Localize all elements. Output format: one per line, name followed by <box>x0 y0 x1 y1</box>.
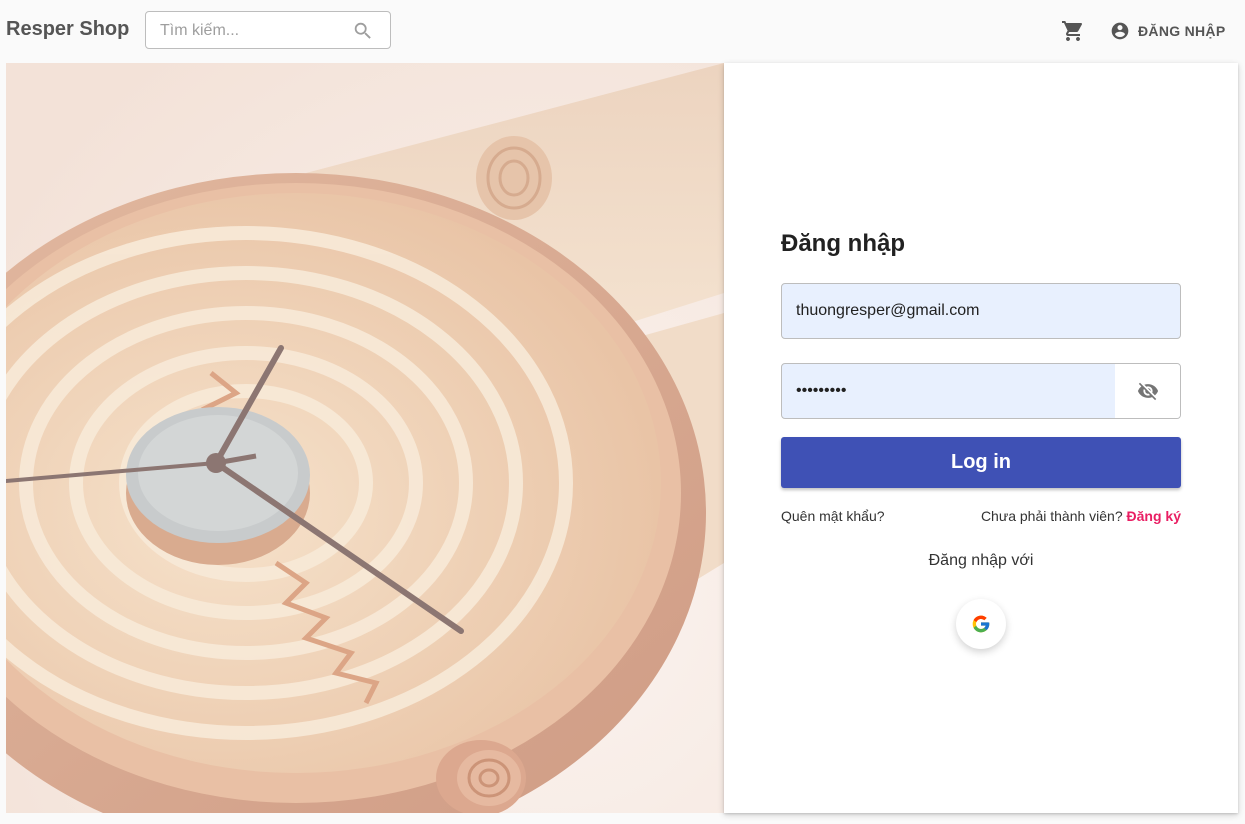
password-visibility-toggle[interactable] <box>1115 364 1180 418</box>
brand-logo[interactable]: Resper Shop <box>6 18 129 41</box>
not-member-text: Chưa phải thành viên? <box>980 508 1127 524</box>
search-icon[interactable] <box>352 20 374 42</box>
search-box[interactable] <box>145 11 391 50</box>
google-login-button[interactable] <box>956 599 1006 649</box>
login-nav-button[interactable]: ĐĂNG NHẬP <box>1110 19 1225 43</box>
watch-closeup-photo <box>6 63 724 813</box>
login-card: Đăng nhập Log in Quên mật khẩu? Chưa phả… <box>724 63 1238 813</box>
email-input[interactable] <box>782 284 1180 338</box>
login-with-label: Đăng nhập với <box>928 552 1034 569</box>
password-input[interactable] <box>782 364 1116 418</box>
email-field[interactable] <box>781 283 1181 339</box>
app-bar: Resper Shop ĐĂNG NHẬP <box>0 0 1245 62</box>
search-input[interactable] <box>158 12 352 50</box>
signup-link[interactable]: Đăng ký <box>1127 508 1181 524</box>
account-circle-icon <box>1111 22 1129 40</box>
google-icon <box>972 615 990 633</box>
hero-image <box>6 63 724 813</box>
cart-icon[interactable] <box>1061 19 1085 43</box>
password-field[interactable] <box>781 363 1181 419</box>
login-button[interactable]: Log in <box>781 437 1181 488</box>
visibility-off-icon <box>1137 382 1158 401</box>
login-title: Đăng nhập <box>781 230 905 257</box>
login-nav-label: ĐĂNG NHẬP <box>1138 23 1226 39</box>
forgot-password-link[interactable]: Quên mật khẩu? <box>781 508 885 524</box>
signup-prompt: Chưa phải thành viên? Đăng ký <box>981 508 1181 524</box>
